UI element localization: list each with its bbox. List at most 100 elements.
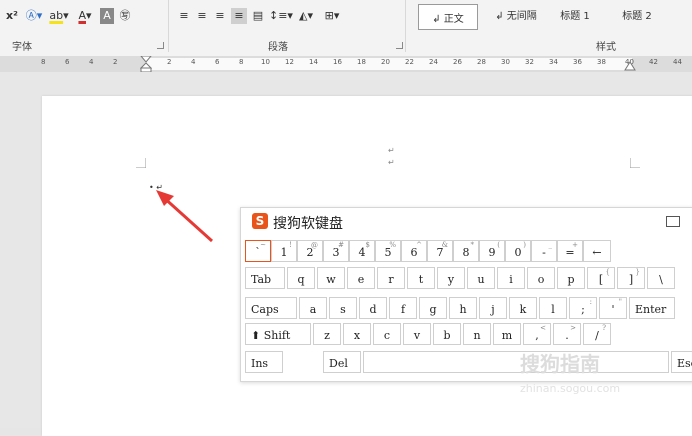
ruler-tick-label: 16 <box>333 58 342 66</box>
key[interactable]: . > <box>553 323 581 345</box>
key-label: 1 <box>280 246 288 259</box>
style-no-spacing[interactable]: ↲ 无间隔 <box>486 0 546 28</box>
ruler-tick-label: 14 <box>309 58 318 66</box>
align-left-icon[interactable]: ≡ <box>177 8 191 24</box>
key[interactable]: [{ <box>587 267 615 289</box>
key-shift-label: < <box>540 324 546 332</box>
highlight-icon[interactable]: ab▾ <box>48 8 70 24</box>
key[interactable]: b <box>433 323 461 345</box>
key[interactable]: - _ <box>531 240 557 262</box>
key[interactable]: v <box>403 323 431 345</box>
text-effects-icon[interactable]: Ⓐ▾ <box>24 8 44 24</box>
align-center-icon[interactable]: ≡ <box>195 8 209 24</box>
key-label: s <box>340 303 346 316</box>
shading-icon[interactable]: ◭▾ <box>295 8 317 24</box>
line-spacing-icon[interactable]: ↕≡▾ <box>269 8 293 24</box>
key[interactable]: p <box>557 267 585 289</box>
key[interactable]: x <box>343 323 371 345</box>
key[interactable]: s <box>329 297 357 319</box>
key[interactable]: c <box>373 323 401 345</box>
key-label: ; <box>581 303 585 316</box>
justify-icon[interactable]: ≡ <box>231 8 247 24</box>
key[interactable]: Del <box>323 351 361 373</box>
key[interactable]: ;: <box>569 297 597 319</box>
key[interactable]: Esc <box>671 351 692 373</box>
key[interactable]: 1! <box>271 240 297 262</box>
key-shift-label: # <box>338 241 344 249</box>
style-heading-2[interactable]: 标题 2 <box>612 0 662 28</box>
key[interactable]: q <box>287 267 315 289</box>
key[interactable]: w <box>317 267 345 289</box>
key[interactable]: 4 $ <box>349 240 375 262</box>
key[interactable]: Enter <box>629 297 675 319</box>
align-right-icon[interactable]: ≡ <box>213 8 227 24</box>
superscript-icon[interactable]: x² <box>4 8 20 24</box>
key-label: p <box>567 273 575 286</box>
style-heading-1[interactable]: 标题 1 <box>550 0 600 28</box>
key[interactable]: , < <box>523 323 551 345</box>
key[interactable]: l <box>539 297 567 319</box>
key[interactable]: o <box>527 267 555 289</box>
group-label-font: 字体 <box>12 42 32 53</box>
key[interactable]: u <box>467 267 495 289</box>
key[interactable]: k <box>509 297 537 319</box>
distributed-icon[interactable]: ▤ <box>251 8 265 24</box>
key-shift-label: $ <box>365 241 370 249</box>
key-shift-label: ~ <box>260 241 266 249</box>
key[interactable]: n <box>463 323 491 345</box>
key[interactable]: 2 @ <box>297 240 323 262</box>
character-shading-icon[interactable]: A <box>100 8 114 24</box>
key[interactable]: 5% <box>375 240 401 262</box>
keyboard-icon[interactable] <box>666 216 680 227</box>
indent-marker-icon[interactable] <box>140 56 152 72</box>
enclose-character-icon[interactable]: ㊢ <box>118 8 132 24</box>
right-indent-marker-icon[interactable] <box>624 60 636 72</box>
key[interactable]: r <box>377 267 405 289</box>
key[interactable]: a <box>299 297 327 319</box>
key[interactable]: Caps <box>245 297 297 319</box>
key[interactable]: e <box>347 267 375 289</box>
key[interactable]: m <box>493 323 521 345</box>
key[interactable]: j <box>479 297 507 319</box>
key[interactable]: /? <box>583 323 611 345</box>
key[interactable]: ⬆ Shift <box>245 323 311 345</box>
borders-icon[interactable]: ⊞▾ <box>321 8 343 24</box>
key[interactable]: = + <box>557 240 583 262</box>
key-label: u <box>477 273 485 286</box>
paragraph-launcher-icon[interactable] <box>396 42 403 49</box>
key[interactable]: ← <box>583 240 611 262</box>
key[interactable]: 7 & <box>427 240 453 262</box>
key[interactable]: f <box>389 297 417 319</box>
key[interactable]: 0) <box>505 240 531 262</box>
key[interactable]: i <box>497 267 525 289</box>
key[interactable]: z <box>313 323 341 345</box>
key-shift-label: @ <box>311 241 318 249</box>
key[interactable]: Tab <box>245 267 285 289</box>
font-color-icon[interactable]: A▾ <box>74 8 96 24</box>
style-normal[interactable]: ↲ 正文 <box>418 4 478 30</box>
key[interactable]: ]} <box>617 267 645 289</box>
key[interactable]: 9( <box>479 240 505 262</box>
key[interactable]: ' " <box>599 297 627 319</box>
key-shift-label: { <box>605 268 610 276</box>
key[interactable]: h <box>449 297 477 319</box>
key-label: Enter <box>635 303 667 316</box>
paragraph-mark: ↵ <box>388 146 395 155</box>
key[interactable]: Ins <box>245 351 283 373</box>
key[interactable] <box>363 351 669 373</box>
key[interactable]: g <box>419 297 447 319</box>
font-launcher-icon[interactable] <box>157 42 164 49</box>
key[interactable]: d <box>359 297 387 319</box>
key-label: Caps <box>251 303 279 316</box>
key-label: z <box>324 329 330 342</box>
key[interactable]: 3 # <box>323 240 349 262</box>
key[interactable]: \ <box>647 267 675 289</box>
key-label: 5 <box>384 246 392 259</box>
key[interactable]: ` ~ <box>245 240 271 262</box>
keyboard-title: 搜狗软键盘 <box>273 216 343 232</box>
soft-keyboard[interactable]: S 搜狗软键盘 ` ~1! 2 @3 #4 $5% 6 ^ 7 & 8 * 9(0) - _ = + ← Tab q w… <box>240 207 692 382</box>
key[interactable]: 8 * <box>453 240 479 262</box>
key[interactable]: t <box>407 267 435 289</box>
key[interactable]: y <box>437 267 465 289</box>
key[interactable]: 6 ^ <box>401 240 427 262</box>
